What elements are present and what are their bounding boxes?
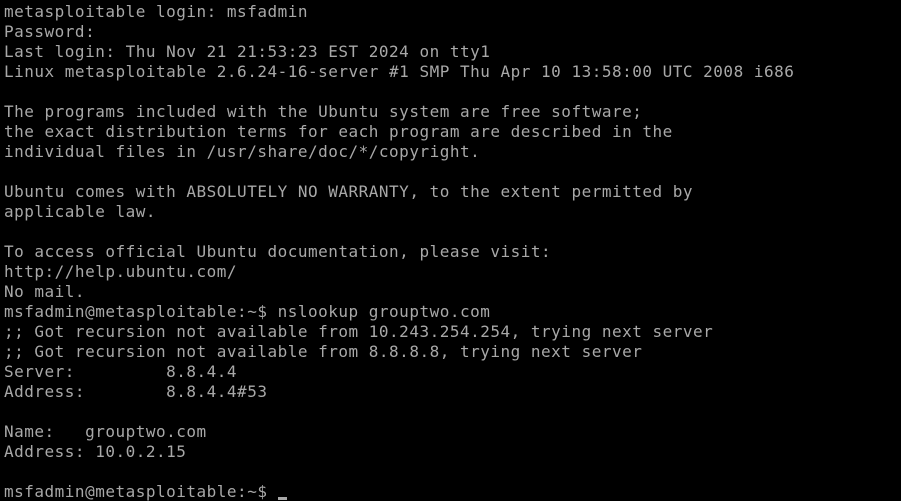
terminal-line: ;; Got recursion not available from 8.8.… bbox=[4, 342, 643, 361]
terminal-input-line[interactable]: msfadmin@metasploitable:~$ bbox=[4, 482, 901, 501]
terminal-line: Server: 8.8.4.4 bbox=[4, 362, 238, 381]
terminal-line: individual files in /usr/share/doc/*/cop… bbox=[4, 142, 481, 161]
terminal-line: Last login: Thu Nov 21 21:53:23 EST 2024… bbox=[4, 42, 491, 61]
terminal-line: http://help.ubuntu.com/ bbox=[4, 262, 238, 281]
terminal-line: ;; Got recursion not available from 10.2… bbox=[4, 322, 714, 341]
terminal-line: Linux metasploitable 2.6.24-16-server #1… bbox=[4, 62, 795, 81]
terminal-line: the exact distribution terms for each pr… bbox=[4, 122, 673, 141]
terminal-line: metasploitable login: msfadmin bbox=[4, 2, 308, 21]
text-cursor bbox=[277, 496, 287, 500]
terminal-line: No mail. bbox=[4, 282, 86, 301]
terminal-line: Address: 10.0.2.15 bbox=[4, 442, 187, 461]
terminal-command-line: msfadmin@metasploitable:~$ nslookup grou… bbox=[4, 302, 491, 321]
terminal-line: Name: grouptwo.com bbox=[4, 422, 207, 441]
shell-prompt: msfadmin@metasploitable:~$ bbox=[4, 482, 278, 501]
terminal-line: Password: bbox=[4, 22, 96, 41]
terminal-line: Address: 8.8.4.4#53 bbox=[4, 382, 268, 401]
terminal-line: applicable law. bbox=[4, 202, 156, 221]
terminal-line: To access official Ubuntu documentation,… bbox=[4, 242, 552, 261]
terminal-line: The programs included with the Ubuntu sy… bbox=[4, 102, 643, 121]
terminal-line: Ubuntu comes with ABSOLUTELY NO WARRANTY… bbox=[4, 182, 694, 201]
terminal-console[interactable]: metasploitable login: msfadmin Password:… bbox=[0, 0, 901, 501]
